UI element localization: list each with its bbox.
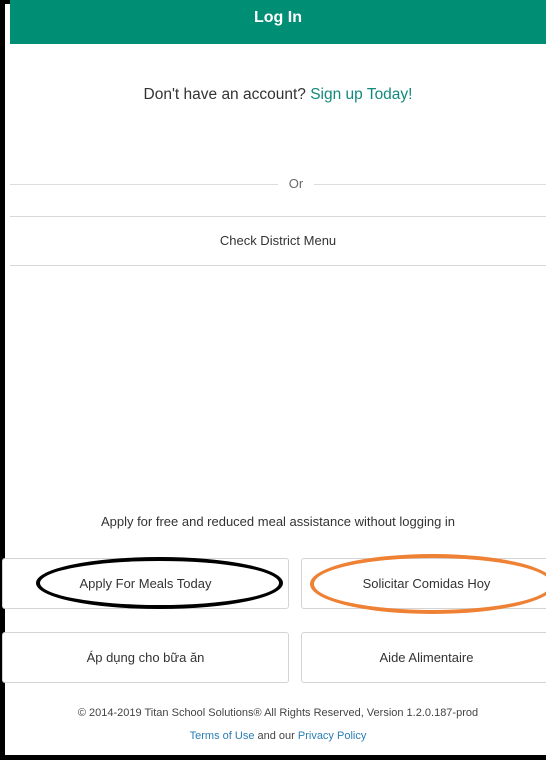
signup-prompt-text: Don't have an account? bbox=[143, 86, 306, 103]
apply-meals-english-label: Apply For Meals Today bbox=[79, 576, 212, 591]
signup-prompt: Don't have an account? Sign up Today! bbox=[10, 86, 546, 104]
apply-meals-spanish-button[interactable]: Solicitar Comidas Hoy bbox=[301, 558, 546, 609]
apply-meals-spanish-label: Solicitar Comidas Hoy bbox=[362, 576, 491, 591]
footer-links: Terms of Use and our Privacy Policy bbox=[10, 730, 546, 742]
apply-meals-vietnamese-button[interactable]: Áp dụng cho bữa ăn bbox=[2, 632, 289, 683]
apply-meals-french-label: Aide Alimentaire bbox=[379, 650, 474, 665]
page-header: Log In bbox=[10, 0, 546, 44]
apply-meals-french-button[interactable]: Aide Alimentaire bbox=[301, 632, 546, 683]
divider-line-left bbox=[10, 184, 278, 185]
footer-copyright: © 2014-2019 Titan School Solutions® All … bbox=[77, 707, 479, 719]
terms-of-use-link[interactable]: Terms of Use bbox=[190, 730, 255, 742]
check-district-menu-button[interactable]: Check District Menu bbox=[10, 216, 546, 266]
apply-description: Apply for free and reduced meal assistan… bbox=[100, 514, 456, 529]
apply-meals-vietnamese-label: Áp dụng cho bữa ăn bbox=[86, 650, 205, 665]
or-divider: Or bbox=[10, 176, 546, 192]
privacy-policy-link[interactable]: Privacy Policy bbox=[298, 730, 366, 742]
apply-meals-english-button[interactable]: Apply For Meals Today bbox=[2, 558, 289, 609]
divider-line-right bbox=[314, 184, 546, 185]
sign-up-link[interactable]: Sign up Today! bbox=[310, 86, 412, 103]
footer-and-text: and our bbox=[257, 730, 295, 742]
page-title: Log In bbox=[254, 9, 302, 26]
or-label: Or bbox=[288, 176, 304, 191]
check-district-menu-label: Check District Menu bbox=[219, 233, 337, 248]
